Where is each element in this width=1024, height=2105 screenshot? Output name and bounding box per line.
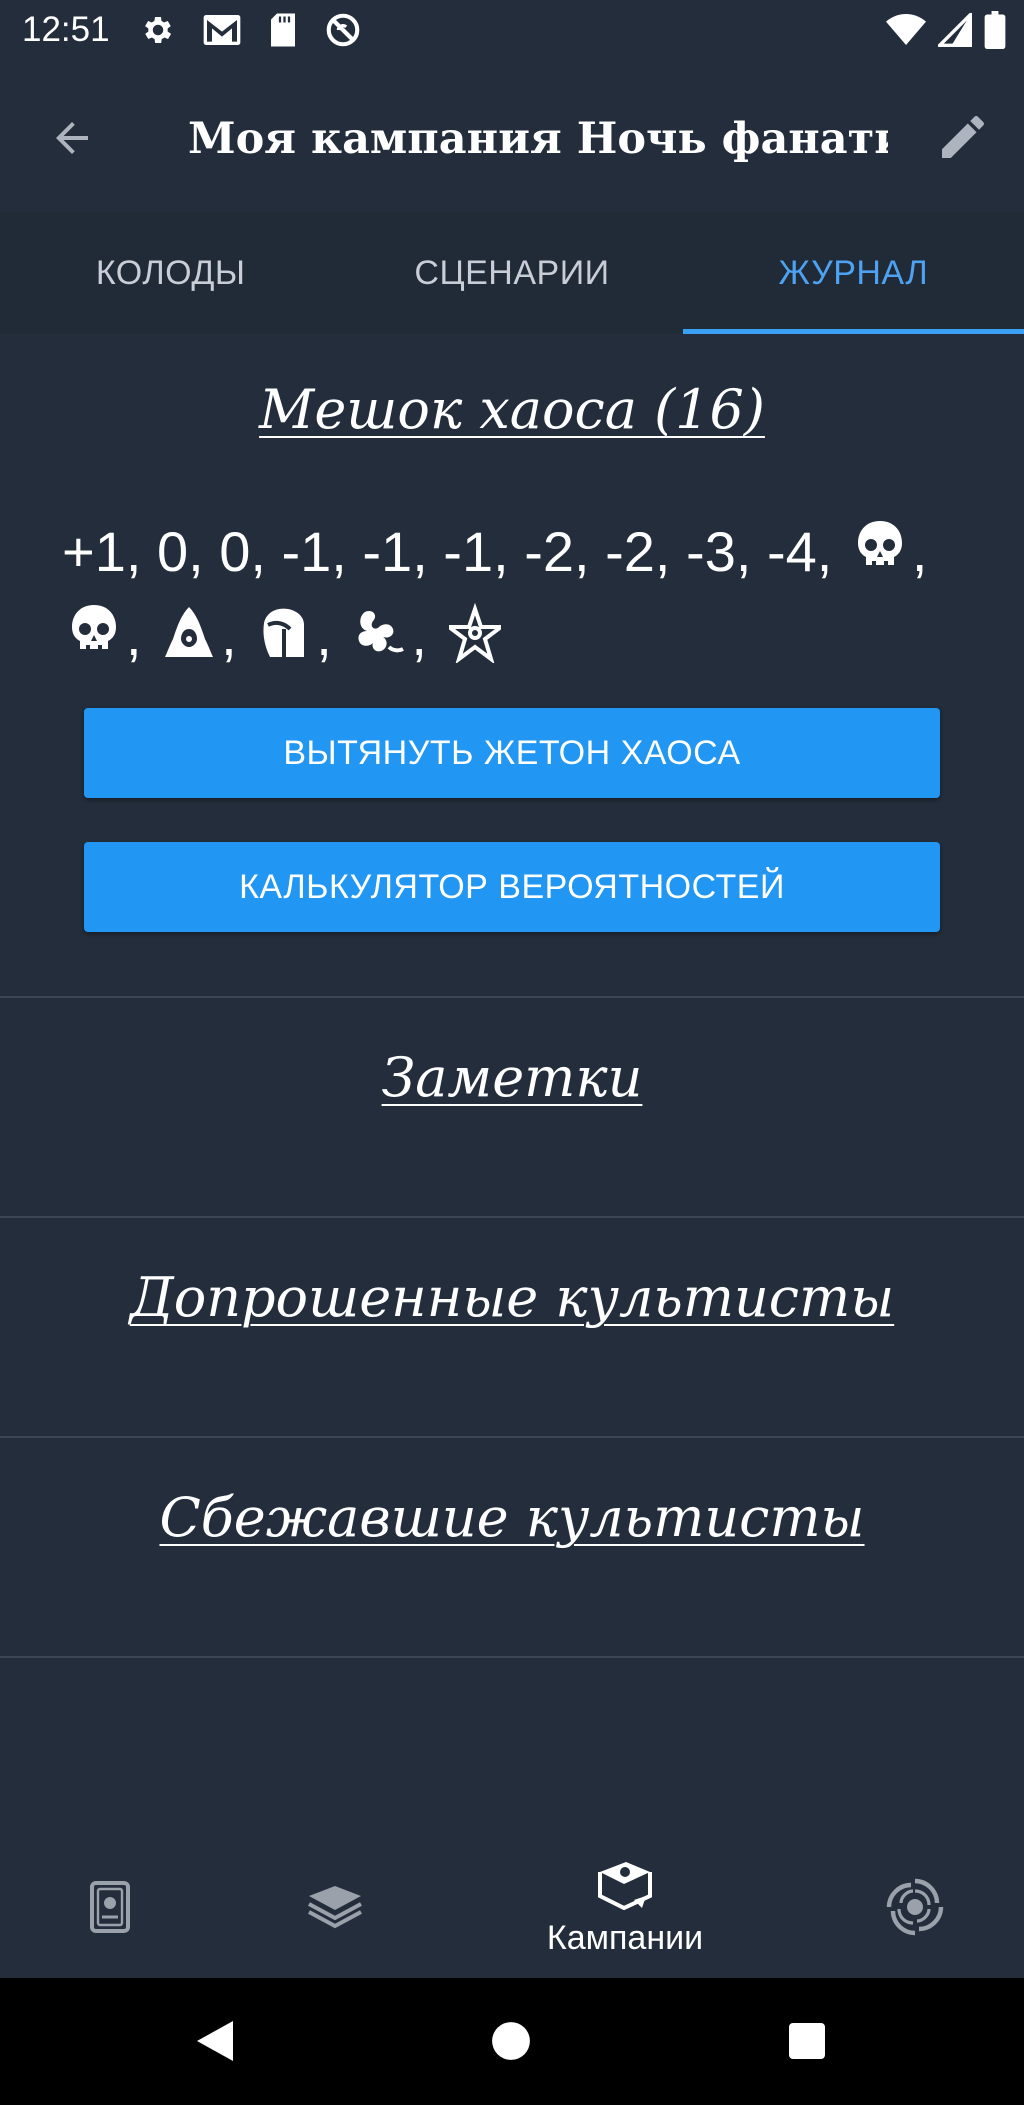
system-home-button[interactable] <box>476 2008 546 2078</box>
odds-calculator-button[interactable]: КАЛЬКУЛЯТОР ВЕРОЯТНОСТЕЙ <box>84 842 940 932</box>
elder-sign-token-icon <box>442 602 507 665</box>
arrow-back-icon <box>48 114 96 167</box>
tab-log[interactable]: ЖУРНАЛ <box>682 212 1024 334</box>
skull-token-icon <box>854 518 906 578</box>
decks-icon <box>305 1884 365 1935</box>
system-back-button[interactable] <box>180 2008 250 2078</box>
status-icons-right <box>886 10 1006 54</box>
escaped-cultists-title[interactable]: Сбежавшие культисты <box>0 1486 1024 1549</box>
nav-campaigns[interactable]: Кампании <box>520 1840 730 1978</box>
divider <box>0 1436 1024 1438</box>
tab-scenarios-label: СЦЕНАРИИ <box>414 253 610 292</box>
tab-bar: КОЛОДЫ СЦЕНАРИИ ЖУРНАЛ <box>0 212 1024 334</box>
page-title: Моя кампания Ночь фанатич… <box>188 114 888 164</box>
wifi-icon <box>886 13 926 52</box>
status-time: 12:51 <box>22 10 110 49</box>
signal-icon <box>935 10 972 52</box>
triangle-back-icon <box>193 2017 237 2070</box>
square-recents-icon <box>787 2021 827 2066</box>
tab-log-label: ЖУРНАЛ <box>778 253 929 292</box>
token-comma: , <box>316 604 332 667</box>
battery-icon <box>984 10 1006 54</box>
sync-off-icon <box>324 11 362 54</box>
chaos-token-list: +1, 0, 0, -1, -1, -1, -2, -2, -3, -4, , … <box>62 510 972 678</box>
gmail-icon <box>202 13 242 52</box>
bottom-navigation: Кампании <box>0 1840 1024 1978</box>
nav-decks[interactable] <box>280 1840 390 1978</box>
screen: 12:51 Моя кампания Ночь фанат КОЛОДЫ СЦЕ… <box>0 0 1024 2105</box>
tablet-token-icon <box>258 602 310 662</box>
campaign-book-icon <box>594 1860 656 1915</box>
chaos-bag-title[interactable]: Мешок хаоса (16) <box>0 378 1024 441</box>
token-comma: , <box>911 520 928 583</box>
numeric-tokens: +1, 0, 0, -1, -1, -1, -2, -2, -3, -4, <box>62 520 833 583</box>
draw-chaos-token-button[interactable]: ВЫТЯНУТЬ ЖЕТОН ХАОСА <box>84 708 940 798</box>
status-icons-left <box>140 12 362 52</box>
tab-scenarios[interactable]: СЦЕНАРИИ <box>341 212 682 334</box>
nav-campaigns-label: Кампании <box>546 1919 704 1957</box>
sd-card-icon <box>268 12 298 53</box>
vortex-icon <box>885 1877 945 1942</box>
nav-cards[interactable] <box>60 1840 160 1978</box>
skull-token-icon <box>68 602 120 662</box>
circle-home-icon <box>490 2020 532 2067</box>
cards-icon <box>88 1879 132 1940</box>
back-button[interactable] <box>42 110 102 170</box>
system-recents-button[interactable] <box>772 2008 842 2078</box>
nav-settings[interactable] <box>860 1840 970 1978</box>
odds-calculator-label: КАЛЬКУЛЯТОР ВЕРОЯТНОСТЕЙ <box>239 867 785 906</box>
notes-title[interactable]: Заметки <box>0 1046 1024 1109</box>
system-navigation-bar <box>0 1978 1024 2105</box>
app-bar: Моя кампания Ночь фанатич… <box>0 64 1024 212</box>
settings-icon <box>140 12 176 53</box>
pencil-icon <box>935 109 991 170</box>
interrogated-cultists-title[interactable]: Допрошенные культисты <box>0 1266 1024 1329</box>
active-tab-indicator <box>682 329 1024 334</box>
elder-thing-token-icon <box>353 602 405 662</box>
cultist-token-icon <box>163 602 215 662</box>
token-comma: , <box>411 604 427 667</box>
status-bar: 12:51 <box>0 0 1024 64</box>
tab-decks[interactable]: КОЛОДЫ <box>0 212 341 334</box>
token-comma: , <box>221 604 237 667</box>
divider <box>0 1656 1024 1658</box>
edit-button[interactable] <box>928 104 998 174</box>
token-comma: , <box>126 604 142 667</box>
draw-chaos-token-label: ВЫТЯНУТЬ ЖЕТОН ХАОСА <box>283 733 741 772</box>
divider <box>0 1216 1024 1218</box>
divider <box>0 996 1024 998</box>
tab-decks-label: КОЛОДЫ <box>95 253 246 292</box>
